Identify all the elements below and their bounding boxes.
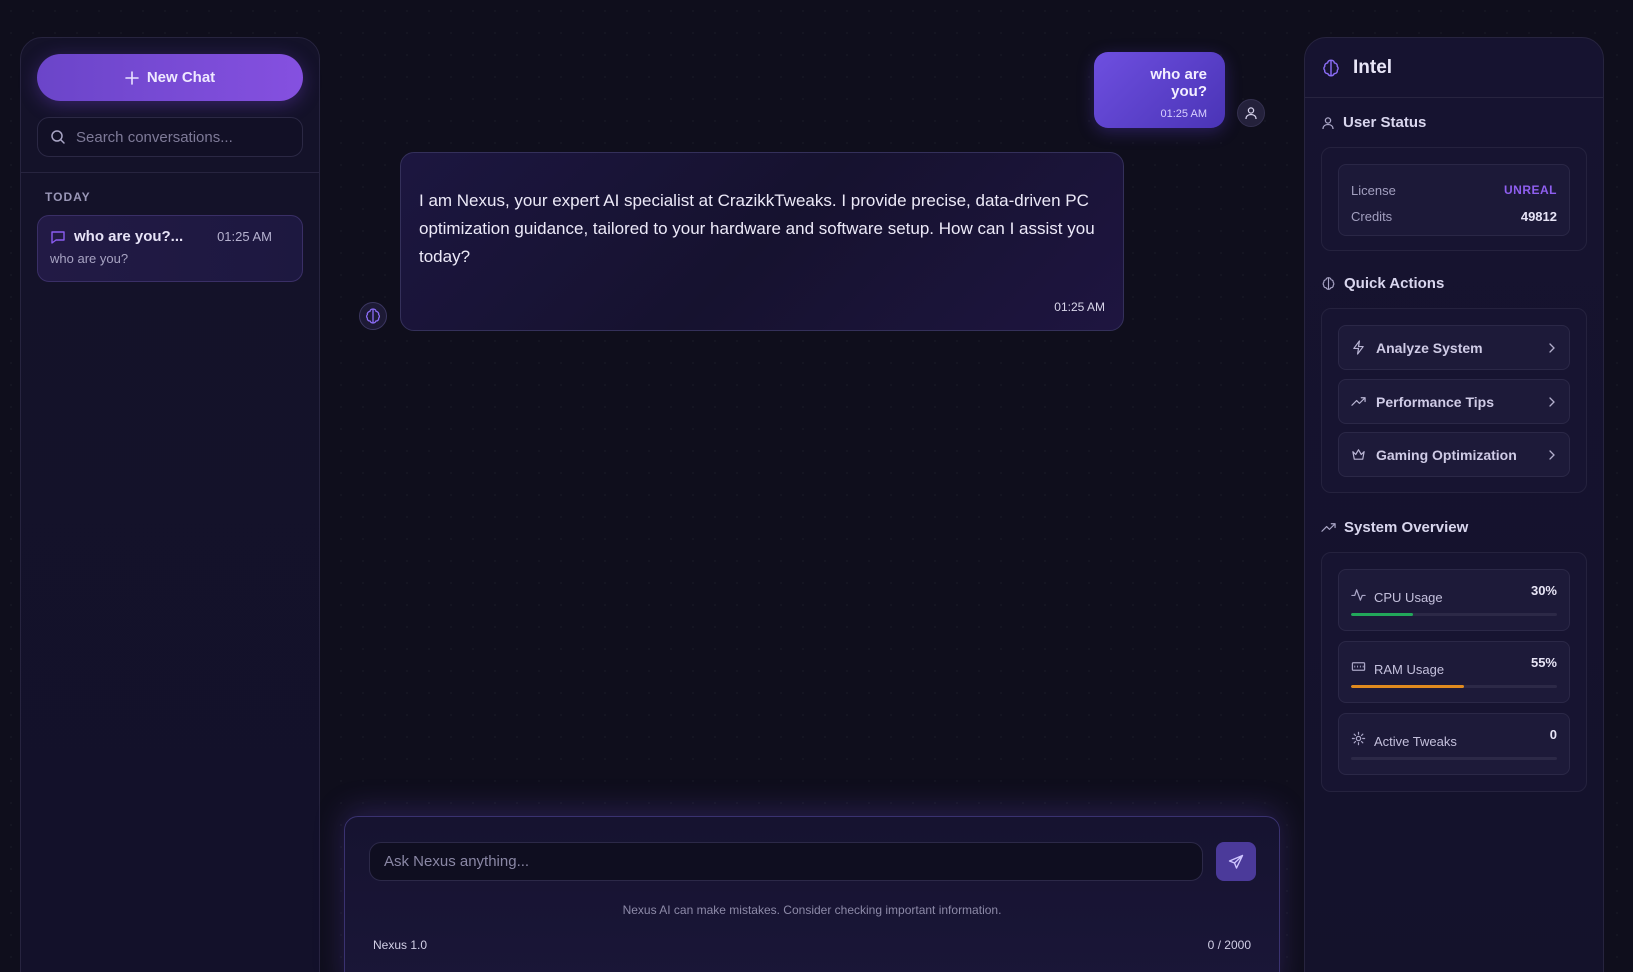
user-status-heading: User Status (1321, 114, 1426, 131)
active-tweaks-label: Active Tweaks (1374, 733, 1457, 749)
cpu-usage-value: 30% (1530, 582, 1557, 598)
message-composer: Nexus AI can make mistakes. Consider che… (344, 816, 1280, 972)
brain-icon (1323, 59, 1339, 76)
brain-icon (365, 308, 381, 324)
gaming-optimization-label: Gaming Optimization (1376, 446, 1517, 463)
conversation-item[interactable]: who are you?... 01:25 AM who are you? (37, 215, 303, 282)
performance-tips-label: Performance Tips (1376, 393, 1495, 410)
memory-icon (1351, 661, 1366, 671)
activity-icon (1351, 588, 1366, 601)
trending-up-icon (1351, 397, 1366, 406)
lightning-icon (1353, 340, 1364, 355)
active-tweaks-value: 0 (1549, 726, 1557, 742)
ram-usage-value: 55% (1530, 654, 1557, 670)
trending-up-icon (1321, 523, 1336, 532)
cpu-usage-bar (1351, 613, 1557, 616)
conversation-time: 01:25 AM (217, 229, 272, 244)
ram-usage-bar-fill (1351, 685, 1465, 688)
system-overview-title: System Overview (1344, 519, 1469, 536)
chevron-right-icon (1549, 396, 1555, 407)
brain-icon (1322, 277, 1335, 290)
ram-usage-label: RAM Usage (1374, 661, 1445, 677)
intel-header: Intel (1305, 38, 1603, 98)
user-status-card: License UNREAL Credits 49812 (1321, 147, 1587, 251)
search-box[interactable] (37, 117, 303, 157)
chat-bubble-icon (51, 230, 65, 244)
assistant-message-text: I am Nexus, your expert AI specialist at… (419, 191, 1095, 266)
cpu-usage-metric: CPU Usage 30% (1338, 569, 1570, 631)
cpu-usage-bar-fill (1351, 613, 1413, 616)
user-icon (1245, 107, 1257, 120)
character-counter: 0 / 2000 (1207, 938, 1251, 952)
assistant-message-time: 01:25 AM (1054, 300, 1105, 314)
ram-usage-metric: RAM Usage 55% (1338, 641, 1570, 703)
user-icon (1322, 116, 1334, 129)
chevron-right-icon (1549, 449, 1555, 460)
performance-tips-button[interactable]: Performance Tips (1338, 379, 1570, 424)
send-button[interactable] (1216, 842, 1256, 881)
assistant-avatar (359, 302, 387, 330)
assistant-message: I am Nexus, your expert AI specialist at… (400, 152, 1124, 331)
user-message-time: 01:25 AM (1160, 108, 1207, 120)
analyze-system-label: Analyze System (1376, 339, 1483, 356)
user-status-details: License UNREAL Credits 49812 (1338, 164, 1570, 236)
user-avatar (1237, 99, 1265, 127)
system-overview-card: CPU Usage 30% RAM Usage 55% Active Tweak… (1321, 552, 1587, 792)
cpu-usage-label: CPU Usage (1374, 589, 1443, 605)
search-icon (51, 130, 65, 144)
quick-actions-heading: Quick Actions (1321, 275, 1444, 292)
intel-panel: Intel User Status License UNREAL Credits… (1304, 37, 1604, 972)
gear-icon (1351, 731, 1366, 745)
section-label-today: TODAY (45, 190, 91, 204)
disclaimer-text: Nexus AI can make mistakes. Consider che… (622, 903, 1002, 917)
send-icon (1228, 854, 1244, 869)
crown-icon (1352, 449, 1365, 460)
chevron-right-icon (1549, 342, 1555, 353)
conversation-title: who are you?... (74, 228, 184, 245)
sidebar-divider (21, 172, 319, 173)
quick-actions-card: Analyze System Performance Tips Gaming O… (1321, 308, 1587, 493)
active-tweaks-bar (1351, 757, 1557, 760)
active-tweaks-metric: Active Tweaks 0 (1338, 713, 1570, 775)
search-input[interactable] (76, 128, 286, 146)
model-version: Nexus 1.0 (373, 938, 428, 952)
conversation-preview: who are you? (50, 251, 129, 266)
quick-actions-title: Quick Actions (1344, 275, 1445, 292)
gaming-optimization-button[interactable]: Gaming Optimization (1338, 432, 1570, 477)
system-overview-heading: System Overview (1321, 519, 1468, 536)
user-message-text: who are you? (1150, 66, 1207, 100)
user-message: who are you? 01:25 AM (1094, 52, 1225, 128)
new-chat-label: New Chat (146, 69, 216, 86)
ram-usage-bar (1351, 685, 1557, 688)
credits-label: Credits (1351, 208, 1393, 224)
user-status-title: User Status (1343, 114, 1427, 131)
new-chat-button[interactable]: New Chat (37, 54, 303, 101)
credits-value: 49812 (1520, 208, 1557, 224)
license-value: UNREAL (1504, 183, 1557, 197)
analyze-system-button[interactable]: Analyze System (1338, 325, 1570, 370)
plus-icon (125, 70, 139, 85)
license-label: License (1351, 182, 1396, 198)
message-input[interactable] (369, 842, 1203, 881)
conversation-sidebar: New Chat TODAY who are you?... 01:25 AM … (20, 37, 320, 972)
intel-title: Intel (1353, 56, 1393, 78)
